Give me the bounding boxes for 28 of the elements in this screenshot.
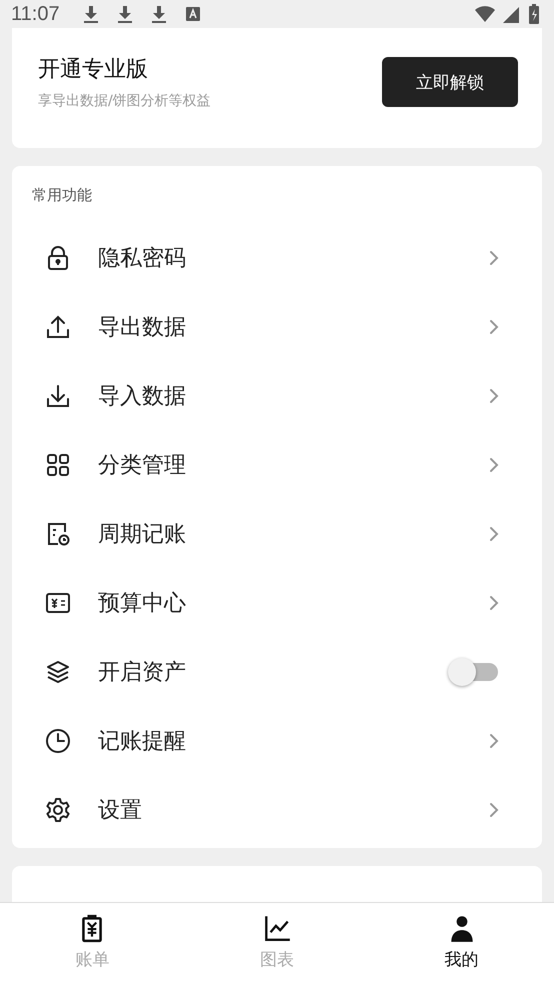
chevron-right-icon <box>488 388 500 404</box>
settings-icon <box>44 796 72 824</box>
section-title: 常用功能 <box>31 186 93 205</box>
menu-item-label[interactable]: 分类管理 <box>98 450 488 480</box>
menu-item-label[interactable]: 隐私密码 <box>98 242 488 272</box>
menu-item-label[interactable]: 周期记账 <box>98 518 488 548</box>
menu-item-label[interactable]: 记账提醒 <box>98 726 488 756</box>
chevron-right-icon <box>488 318 500 334</box>
menu-item-label[interactable]: 导出数据 <box>98 312 488 342</box>
toggle-switch[interactable] <box>448 658 500 686</box>
clock-icon <box>44 726 72 754</box>
menu-item-label[interactable]: 设置 <box>98 794 488 824</box>
menu-item-label[interactable]: 导入数据 <box>98 380 488 410</box>
status-time: 11:07 <box>11 2 60 26</box>
menu-item-label[interactable]: 开启资产 <box>98 656 448 686</box>
chevron-right-icon <box>488 526 500 542</box>
chevron-right-icon <box>488 594 500 610</box>
menu-item-label[interactable]: 预算中心 <box>98 588 488 618</box>
chevron-right-icon <box>488 456 500 472</box>
nav-tab[interactable]: 我的 <box>369 903 554 984</box>
upgrade-title: 开通专业版 <box>38 56 149 84</box>
chevron-right-icon <box>488 732 500 748</box>
unlock-button[interactable]: 立即解锁 <box>382 57 518 107</box>
chevron-right-icon <box>488 802 500 818</box>
upgrade-subtitle: 享导出数据/饼图分析等权益 <box>38 92 211 110</box>
battery-icon <box>528 3 540 25</box>
line-chart-icon <box>262 913 292 943</box>
chevron-right-icon <box>488 250 500 266</box>
